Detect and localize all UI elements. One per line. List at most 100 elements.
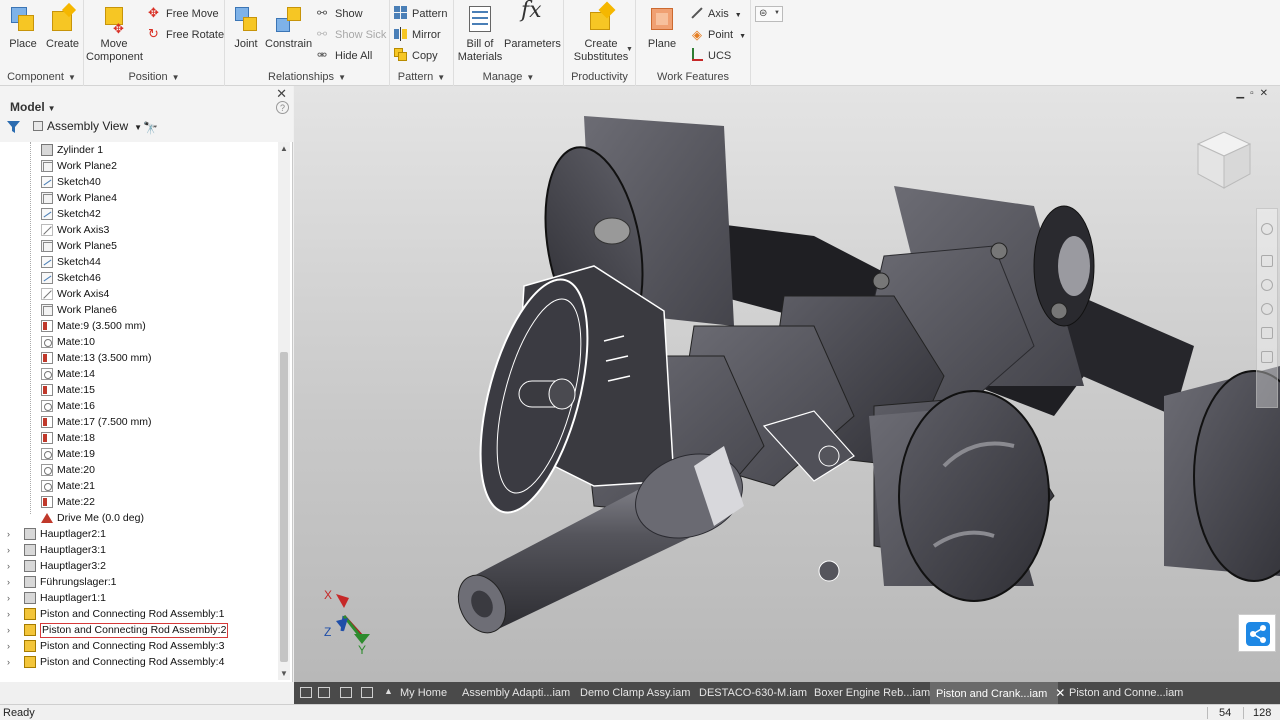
- joint-button[interactable]: Joint: [229, 4, 263, 51]
- scrollbar-thumb[interactable]: [280, 352, 288, 662]
- look-at-icon[interactable]: [1261, 327, 1273, 339]
- tile-horizontal-icon[interactable]: [300, 687, 312, 698]
- browser-tree-item[interactable]: Work Axis4: [0, 286, 275, 302]
- document-tab[interactable]: DESTACO-630-M.iam: [693, 682, 807, 704]
- expand-icon[interactable]: ›: [7, 622, 10, 638]
- browser-component-item[interactable]: › Hauptlager2:1: [0, 526, 275, 542]
- browser-tree-item[interactable]: Mate:22: [0, 494, 275, 510]
- manage-group-label[interactable]: Manage ▼: [454, 71, 563, 83]
- position-group-label[interactable]: Position ▼: [84, 71, 224, 83]
- browser-component-item[interactable]: › Hauptlager1:1: [0, 590, 275, 606]
- browser-tree-item[interactable]: Work Axis3: [0, 222, 275, 238]
- free-rotate-button[interactable]: ↻ Free Rotate: [148, 26, 224, 44]
- browser-component-item[interactable]: › Führungslager:1: [0, 574, 275, 590]
- mirror-button[interactable]: Mirror: [394, 26, 441, 44]
- pattern-button[interactable]: Pattern: [394, 5, 447, 23]
- browser-tree-item[interactable]: Sketch42: [0, 206, 275, 222]
- browser-tree-item[interactable]: Sketch46: [0, 270, 275, 286]
- browser-tree-item[interactable]: Work Plane2: [0, 158, 275, 174]
- browser-tree-item[interactable]: Mate:18: [0, 430, 275, 446]
- document-tab[interactable]: Demo Clamp Assy.iam: [574, 682, 690, 704]
- zoom-icon[interactable]: [1261, 279, 1273, 291]
- browser-tree-item[interactable]: Work Plane6: [0, 302, 275, 318]
- viewcube[interactable]: [1194, 126, 1254, 196]
- show-button[interactable]: ⚯ Show: [317, 5, 363, 23]
- tile-grid-icon[interactable]: [318, 687, 330, 698]
- create-substitutes-button[interactable]: Create Substitutes: [570, 1, 632, 64]
- expand-icon[interactable]: ›: [7, 574, 10, 590]
- document-tab[interactable]: My Home: [394, 682, 450, 704]
- ribbon-options-dropdown[interactable]: ⊜ ▼: [755, 6, 783, 22]
- expand-icon[interactable]: ›: [7, 590, 10, 606]
- scroll-up-icon[interactable]: ▲: [280, 144, 288, 153]
- browser-tree-item[interactable]: Zylinder 1: [0, 142, 275, 158]
- tab-list-icon[interactable]: ▲: [384, 686, 393, 696]
- browser-tree-item[interactable]: Mate:21: [0, 478, 275, 494]
- browser-tree-item[interactable]: Mate:10: [0, 334, 275, 350]
- relationships-group-label[interactable]: Relationships ▼: [225, 71, 389, 83]
- pattern-group-label[interactable]: Pattern ▼: [390, 71, 453, 83]
- graphics-viewport[interactable]: ▁▫✕ X Z Y: [294, 86, 1280, 682]
- expand-icon[interactable]: ›: [7, 526, 10, 542]
- browser-tree-item[interactable]: Drive Me (0.0 deg): [0, 510, 275, 526]
- browser-tree-item[interactable]: Sketch44: [0, 254, 275, 270]
- view-face-icon[interactable]: [1261, 351, 1273, 363]
- model-browser-title[interactable]: Model ▼: [10, 100, 56, 114]
- close-icon[interactable]: ✕: [276, 86, 287, 102]
- hide-all-button[interactable]: ⚮ Hide All: [317, 47, 372, 65]
- scroll-down-icon[interactable]: ▼: [280, 669, 288, 678]
- place-button[interactable]: Place: [6, 4, 40, 51]
- engine-model[interactable]: X Z Y: [294, 86, 1280, 682]
- browser-tree-item[interactable]: Mate:16: [0, 398, 275, 414]
- browser-tree-item[interactable]: Work Plane5: [0, 238, 275, 254]
- parameters-button[interactable]: fx Parameters: [504, 0, 561, 51]
- free-move-button[interactable]: ✥ Free Move: [148, 5, 219, 23]
- pan-icon[interactable]: [1261, 255, 1273, 267]
- document-tab[interactable]: Boxer Engine Reb...iam: [808, 682, 930, 704]
- create-substitutes-dropdown-icon[interactable]: ▼: [626, 46, 633, 53]
- point-button[interactable]: ◈ Point ▼: [690, 26, 746, 44]
- expand-icon[interactable]: ›: [7, 606, 10, 622]
- browser-component-item[interactable]: › Piston and Connecting Rod Assembly:3: [0, 638, 275, 654]
- help-icon[interactable]: ?: [276, 101, 289, 114]
- expand-icon[interactable]: ›: [7, 558, 10, 574]
- orbit-icon[interactable]: [1261, 303, 1273, 315]
- document-tab[interactable]: Piston and Conne...iam: [1063, 682, 1193, 704]
- create-component-button[interactable]: Create: [46, 2, 79, 51]
- plane-button[interactable]: Plane: [644, 4, 680, 51]
- copy-button[interactable]: Copy: [394, 47, 438, 65]
- cascade-icon[interactable]: [340, 687, 352, 698]
- ucs-button[interactable]: UCS: [690, 47, 731, 65]
- browser-component-item[interactable]: › Hauptlager3:2: [0, 558, 275, 574]
- browser-tree-item[interactable]: Mate:17 (7.500 mm): [0, 414, 275, 430]
- document-tab[interactable]: Assembly Adapti...iam: [456, 682, 570, 704]
- expand-icon[interactable]: ›: [7, 638, 10, 654]
- browser-tree-item[interactable]: Mate:14: [0, 366, 275, 382]
- search-icon[interactable]: 🔭: [143, 121, 158, 135]
- move-component-button[interactable]: ✥ Move Component: [86, 4, 143, 64]
- browser-component-item[interactable]: › Piston and Connecting Rod Assembly:4: [0, 654, 275, 670]
- document-tab[interactable]: Piston and Crank...iam ✕: [930, 682, 1065, 704]
- browser-tree-item[interactable]: Mate:20: [0, 462, 275, 478]
- browser-tree-item[interactable]: Mate:19: [0, 446, 275, 462]
- browser-tree-item[interactable]: Work Plane4: [0, 190, 275, 206]
- browser-tree-item[interactable]: Mate:9 (3.500 mm): [0, 318, 275, 334]
- browser-component-item[interactable]: › Piston and Connecting Rod Assembly:1: [0, 606, 275, 622]
- bill-of-materials-button[interactable]: Bill of Materials: [456, 4, 504, 64]
- filter-icon[interactable]: [7, 121, 20, 134]
- share-widget[interactable]: [1238, 614, 1276, 652]
- expand-icon[interactable]: ›: [7, 542, 10, 558]
- browser-component-item[interactable]: › Piston and Connecting Rod Assembly:2: [0, 622, 275, 638]
- tile-vertical-icon[interactable]: [361, 687, 373, 698]
- expand-icon[interactable]: ›: [7, 654, 10, 670]
- browser-component-item[interactable]: › Hauptlager3:1: [0, 542, 275, 558]
- axis-button[interactable]: Axis ▼: [690, 5, 742, 23]
- browser-scrollbar[interactable]: ▲ ▼: [278, 142, 290, 680]
- browser-tree-item[interactable]: Sketch40: [0, 174, 275, 190]
- browser-tree-item[interactable]: Mate:15: [0, 382, 275, 398]
- show-sick-button[interactable]: ⚯ Show Sick: [317, 26, 386, 44]
- component-group-label[interactable]: Component ▼: [0, 71, 83, 83]
- steering-wheel-icon[interactable]: [1261, 223, 1273, 235]
- browser-tree-item[interactable]: Mate:13 (3.500 mm): [0, 350, 275, 366]
- browser-view-selector[interactable]: Assembly View ▼: [33, 119, 142, 133]
